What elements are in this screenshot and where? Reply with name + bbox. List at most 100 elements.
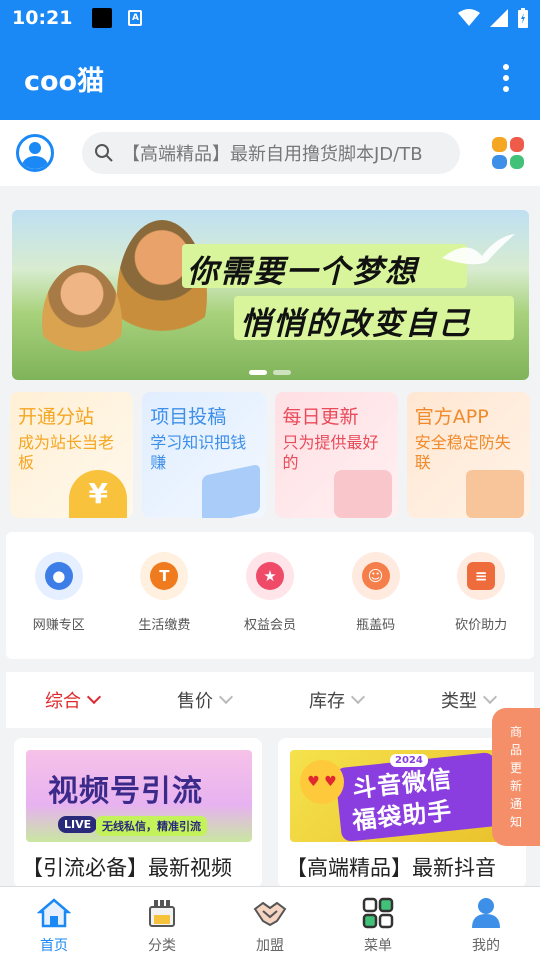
ticket-icon: ≡: [457, 552, 506, 600]
notice-char: 新: [509, 779, 522, 793]
card-title: 每日更新: [282, 406, 359, 428]
banner-line-1: 你需要一个梦想: [187, 254, 418, 290]
boy-illustration: [117, 220, 207, 370]
product-image-text: 视频号引流: [48, 774, 203, 809]
feature-cards: 开通分站 成为站长当老板 ¥ 项目投稿 学习知识把钱赚 每日更新 只为提供最好的…: [10, 392, 530, 518]
bottom-tab-bar: 首页 分类 加盟 菜单 我的: [0, 886, 540, 960]
filter-label: 综合: [45, 691, 81, 712]
battery-icon: [518, 8, 528, 28]
card-title: 官方APP: [414, 406, 489, 428]
chevron-down-icon: [218, 689, 234, 705]
product-image: 斗音微信 福袋助手 2024 ♥ ♥: [290, 750, 516, 842]
quick-item-label: 生活缴费: [138, 618, 191, 633]
status-bar: 10:21 A: [0, 0, 540, 36]
card-open-substation[interactable]: 开通分站 成为站长当老板 ¥: [10, 392, 134, 518]
search-placeholder: 【高端精品】最新自用撸货脚本JD/TB: [122, 144, 423, 165]
product-image-subtext: 无线私信，精准引流: [96, 816, 207, 836]
filter-label: 类型: [441, 691, 477, 712]
card-subtitle: 成为站长当老板: [18, 433, 115, 472]
carousel-dots: [249, 370, 291, 375]
tab-menu[interactable]: 菜单: [324, 887, 432, 960]
product-card[interactable]: 视频号引流 LIVE 无线私信，精准引流 【引流必备】最新视频: [14, 738, 262, 888]
quick-item-life-payment[interactable]: T 生活缴费: [119, 552, 209, 659]
app-title: coo猫: [24, 65, 105, 97]
box-icon: [466, 470, 524, 518]
search-icon: [95, 144, 113, 162]
card-daily-update[interactable]: 每日更新 只为提供最好的: [274, 392, 398, 518]
chevron-down-icon: [86, 689, 102, 705]
product-update-notice[interactable]: 商 品 更 新 通 知: [492, 708, 540, 846]
apps-grid-icon[interactable]: [492, 137, 524, 169]
year-badge: 2024: [390, 754, 428, 767]
chevron-down-icon: [482, 689, 498, 705]
live-badge: LIVE: [58, 816, 98, 833]
card-project-submit[interactable]: 项目投稿 学习知识把钱赚: [142, 392, 266, 518]
app-bar: coo猫: [0, 36, 540, 120]
filter-stock[interactable]: 库存: [309, 687, 366, 713]
search-row: 【高端精品】最新自用撸货脚本JD/TB: [0, 120, 540, 186]
notification-a-icon: A: [128, 10, 143, 26]
tab-category[interactable]: 分类: [108, 887, 216, 960]
category-bag-icon: [149, 900, 175, 927]
tab-franchise[interactable]: 加盟: [216, 887, 324, 960]
user-icon: [472, 898, 500, 928]
filter-comprehensive[interactable]: 综合: [45, 687, 102, 713]
banner-line-2: 悄悄的改变自己: [240, 306, 471, 342]
product-image: 视频号引流 LIVE 无线私信，精准引流: [26, 750, 252, 842]
quick-item-label: 砍价助力: [455, 618, 508, 633]
heart-eyes-emoji-icon: ♥ ♥: [300, 760, 344, 804]
t-coin-icon: T: [140, 552, 189, 600]
shopping-bag-icon: [333, 470, 392, 518]
tab-label: 我的: [472, 938, 500, 954]
quick-item-label: 权益会员: [243, 618, 296, 633]
filter-label: 库存: [309, 691, 345, 712]
product-title: 【引流必备】最新视频: [22, 856, 232, 880]
search-input[interactable]: 【高端精品】最新自用撸货脚本JD/TB: [82, 132, 460, 174]
status-time: 10:21: [12, 7, 73, 29]
girl-illustration: [42, 265, 122, 380]
quick-item-label: 瓶盖码: [356, 618, 396, 633]
tab-label: 分类: [148, 938, 176, 954]
quick-item-bargain-help[interactable]: ≡ 砍价助力: [436, 552, 526, 659]
card-title: 开通分站: [18, 406, 95, 428]
quick-icons-panel: ● 网赚专区 T 生活缴费 ★ 权益会员 ☺ 瓶盖码 ≡ 砍价助力: [6, 532, 534, 659]
yen-coin-icon: ¥: [69, 470, 128, 518]
more-vertical-icon[interactable]: [496, 58, 516, 98]
notice-char: 知: [509, 815, 522, 829]
tab-label: 首页: [40, 938, 68, 954]
chevron-down-icon: [350, 689, 366, 705]
tab-home[interactable]: 首页: [0, 887, 108, 960]
banner-carousel[interactable]: 你需要一个梦想 悄悄的改变自己: [12, 210, 529, 380]
quick-item-label: 网赚专区: [32, 618, 85, 633]
tab-label: 加盟: [256, 938, 284, 954]
signal-icon: [490, 9, 508, 27]
filter-label: 售价: [177, 691, 213, 712]
notice-char: 通: [509, 797, 522, 811]
filter-bar: 综合 售价 库存 类型: [6, 672, 534, 728]
tab-label: 菜单: [364, 938, 392, 954]
medal-icon: ★: [245, 552, 294, 600]
bird-icon: [442, 234, 515, 265]
planet-icon: ●: [34, 552, 83, 600]
wifi-icon: [458, 9, 480, 26]
home-icon: [37, 898, 71, 928]
filter-type[interactable]: 类型: [441, 687, 498, 713]
notification-square-icon: [92, 8, 113, 28]
smile-icon: ☺: [351, 552, 400, 600]
handshake-icon: [253, 901, 287, 927]
product-title: 【高端精品】最新抖音: [286, 856, 496, 880]
card-title: 项目投稿: [150, 406, 227, 428]
filter-price[interactable]: 售价: [177, 687, 234, 713]
tab-mine[interactable]: 我的: [432, 887, 540, 960]
grid-menu-icon: [362, 897, 394, 929]
quick-item-member-rights[interactable]: ★ 权益会员: [225, 552, 315, 659]
notice-char: 品: [509, 743, 522, 757]
quick-item-online-earning[interactable]: ● 网赚专区: [14, 552, 104, 659]
quick-item-bottle-cap-code[interactable]: ☺ 瓶盖码: [331, 552, 421, 659]
card-official-app[interactable]: 官方APP 安全稳定防失联: [406, 392, 530, 518]
notice-char: 更: [509, 761, 522, 775]
card-subtitle: 安全稳定防失联: [414, 433, 511, 472]
avatar[interactable]: [16, 134, 54, 172]
card-subtitle: 只为提供最好的: [282, 433, 379, 472]
product-card[interactable]: 斗音微信 福袋助手 2024 ♥ ♥ 【高端精品】最新抖音: [278, 738, 526, 888]
